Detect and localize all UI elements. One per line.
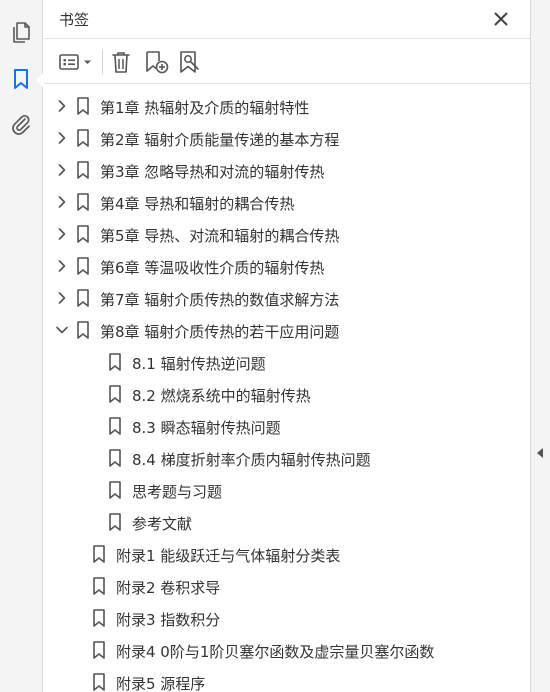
bookmark-item[interactable]: 附录5 源程序 bbox=[44, 666, 530, 692]
chevron-right-icon[interactable] bbox=[54, 98, 70, 114]
panel-header: 书签 bbox=[44, 0, 530, 38]
bookmark-label: 附录5 源程序 bbox=[116, 675, 206, 692]
bookmark-from-structure-button[interactable] bbox=[176, 48, 204, 76]
attachments-icon bbox=[12, 114, 30, 135]
bookmark-label: 参考文献 bbox=[132, 515, 193, 533]
bookmark-tree: 第1章 热辐射及介质的辐射特性第2章 辐射介质能量传递的基本方程 第3章 忽略导热… bbox=[44, 90, 530, 692]
bookmark-icon bbox=[77, 193, 89, 211]
chevron-right-icon[interactable] bbox=[54, 162, 70, 178]
bookmark-item[interactable]: 附录2 卷积求导 bbox=[44, 570, 530, 602]
bookmark-toolbar bbox=[44, 40, 530, 82]
divider bbox=[44, 38, 530, 39]
bookmark-item[interactable]: 第7章 辐射介质传热的数值求解方法 bbox=[44, 282, 530, 314]
toolbar-separator bbox=[102, 50, 103, 74]
pages-icon bbox=[13, 22, 30, 43]
bookmark-label: 附录1 能级跃迁与气体辐射分类表 bbox=[116, 547, 341, 565]
bookmark-label: 8.1 辐射传热逆问题 bbox=[132, 355, 266, 373]
bookmark-icon bbox=[77, 321, 89, 339]
options-menu-icon bbox=[59, 54, 91, 70]
bookmark-item[interactable]: 第6章 等温吸收性介质的辐射传热 bbox=[44, 250, 530, 282]
bookmark-icon bbox=[93, 673, 105, 691]
bookmark-icon bbox=[77, 161, 89, 179]
bookmark-icon bbox=[109, 417, 121, 435]
navigation-rail bbox=[0, 0, 43, 692]
bookmark-label: 附录3 指数积分 bbox=[116, 611, 221, 629]
bookmark-label: 第5章 导热、对流和辐射的耦合传热 bbox=[100, 227, 340, 245]
bookmark-item[interactable]: 第5章 导热、对流和辐射的耦合传热 bbox=[44, 218, 530, 250]
bookmark-icon bbox=[77, 225, 89, 243]
bookmark-item[interactable]: 8.1 辐射传热逆问题 bbox=[44, 346, 530, 378]
bookmark-item[interactable]: 8.3 瞬态辐射传热问题 bbox=[44, 410, 530, 442]
bookmark-item[interactable]: 第8章 辐射介质传热的若干应用问题 bbox=[44, 314, 530, 346]
bookmark-label: 第1章 热辐射及介质的辐射特性 bbox=[100, 99, 310, 117]
bookmark-item[interactable]: 第3章 忽略导热和对流的辐射传热 bbox=[44, 154, 530, 186]
new-bookmark-icon bbox=[146, 51, 169, 74]
bookmark-label: 8.3 瞬态辐射传热问题 bbox=[132, 419, 281, 437]
bookmark-label: 附录4 0阶与1阶贝塞尔函数及虚宗量贝塞尔函数 bbox=[116, 643, 435, 661]
bookmark-icon bbox=[109, 449, 121, 467]
bookmark-label: 8.4 梯度折射率介质内辐射传热问题 bbox=[132, 451, 371, 469]
chevron-right-icon[interactable] bbox=[54, 290, 70, 306]
bookmark-item[interactable]: 附录3 指数积分 bbox=[44, 602, 530, 634]
bookmark-item[interactable]: 附录1 能级跃迁与气体辐射分类表 bbox=[44, 538, 530, 570]
bookmark-icon bbox=[109, 385, 121, 403]
bookmark-icon bbox=[109, 353, 121, 371]
bookmarks-icon bbox=[14, 69, 28, 89]
bookmark-label: 附录2 卷积求导 bbox=[116, 579, 221, 597]
bookmark-label: 第6章 等温吸收性介质的辐射传热 bbox=[100, 259, 325, 277]
bookmark-label: 第2章 辐射介质能量传递的基本方程 bbox=[100, 131, 340, 149]
options-menu-button[interactable] bbox=[58, 48, 96, 76]
bookmark-icon bbox=[77, 129, 89, 147]
bookmark-icon bbox=[109, 513, 121, 531]
bookmark-label: 第7章 辐射介质传热的数值求解方法 bbox=[100, 291, 340, 309]
chevron-down-icon[interactable] bbox=[54, 322, 70, 338]
pages-button[interactable] bbox=[6, 17, 36, 47]
delete-bookmark-button[interactable] bbox=[108, 48, 134, 76]
bookmark-viewer: 书签 第1章 热辐射及介质的辐射特性 第2章 辐射介质能量传递的基本方程 第3章… bbox=[0, 0, 550, 692]
panel-title: 书签 bbox=[59, 11, 90, 29]
chevron-right-icon[interactable] bbox=[54, 194, 70, 210]
close-icon bbox=[494, 12, 508, 26]
bookmark-item[interactable]: 第2章 辐射介质能量传递的基本方程 bbox=[44, 122, 530, 154]
panel-splitter[interactable] bbox=[530, 0, 550, 692]
bookmark-label: 8.2 燃烧系统中的辐射传热 bbox=[132, 387, 311, 405]
bookmark-item[interactable]: 8.2 燃烧系统中的辐射传热 bbox=[44, 378, 530, 410]
delete-bookmark-icon bbox=[112, 52, 130, 73]
bookmark-icon bbox=[93, 641, 105, 659]
bookmark-label: 第4章 导热和辐射的耦合传热 bbox=[100, 195, 295, 213]
collapse-arrow-icon[interactable] bbox=[537, 448, 543, 458]
attachments-button[interactable] bbox=[6, 110, 36, 140]
bookmark-label: 第3章 忽略导热和对流的辐射传热 bbox=[100, 163, 325, 181]
bookmark-icon bbox=[109, 481, 121, 499]
bookmark-label: 第8章 辐射介质传热的若干应用问题 bbox=[100, 323, 340, 341]
new-bookmark-button[interactable] bbox=[142, 48, 170, 76]
chevron-right-icon[interactable] bbox=[54, 226, 70, 242]
bookmark-icon bbox=[77, 97, 89, 115]
bookmark-icon bbox=[93, 545, 105, 563]
bookmark-item[interactable]: 附录4 0阶与1阶贝塞尔函数及虚宗量贝塞尔函数 bbox=[44, 634, 530, 666]
bookmark-icon bbox=[77, 257, 89, 275]
bookmark-icon bbox=[93, 609, 105, 627]
bookmark-item[interactable]: 第4章 导热和辐射的耦合传热 bbox=[44, 186, 530, 218]
close-panel-button[interactable] bbox=[490, 8, 512, 30]
bookmark-item[interactable]: 8.4 梯度折射率介质内辐射传热问题 bbox=[44, 442, 530, 474]
bookmarks-button[interactable] bbox=[6, 64, 36, 94]
divider bbox=[44, 83, 530, 84]
bookmark-item[interactable]: 参考文献 bbox=[44, 506, 530, 538]
bookmark-from-structure-icon bbox=[180, 51, 199, 73]
bookmark-icon bbox=[77, 289, 89, 307]
chevron-right-icon[interactable] bbox=[54, 130, 70, 146]
bookmarks-panel: 书签 第1章 热辐射及介质的辐射特性 第2章 辐射介质能量传递的基本方程 第3章… bbox=[44, 0, 530, 692]
bookmark-label: 思考题与习题 bbox=[132, 483, 223, 501]
bookmark-item[interactable]: 思考题与习题 bbox=[44, 474, 530, 506]
bookmark-item[interactable]: 第1章 热辐射及介质的辐射特性 bbox=[44, 90, 530, 122]
chevron-right-icon[interactable] bbox=[54, 258, 70, 274]
bookmark-icon bbox=[93, 577, 105, 595]
active-panel-pointer bbox=[36, 72, 44, 88]
